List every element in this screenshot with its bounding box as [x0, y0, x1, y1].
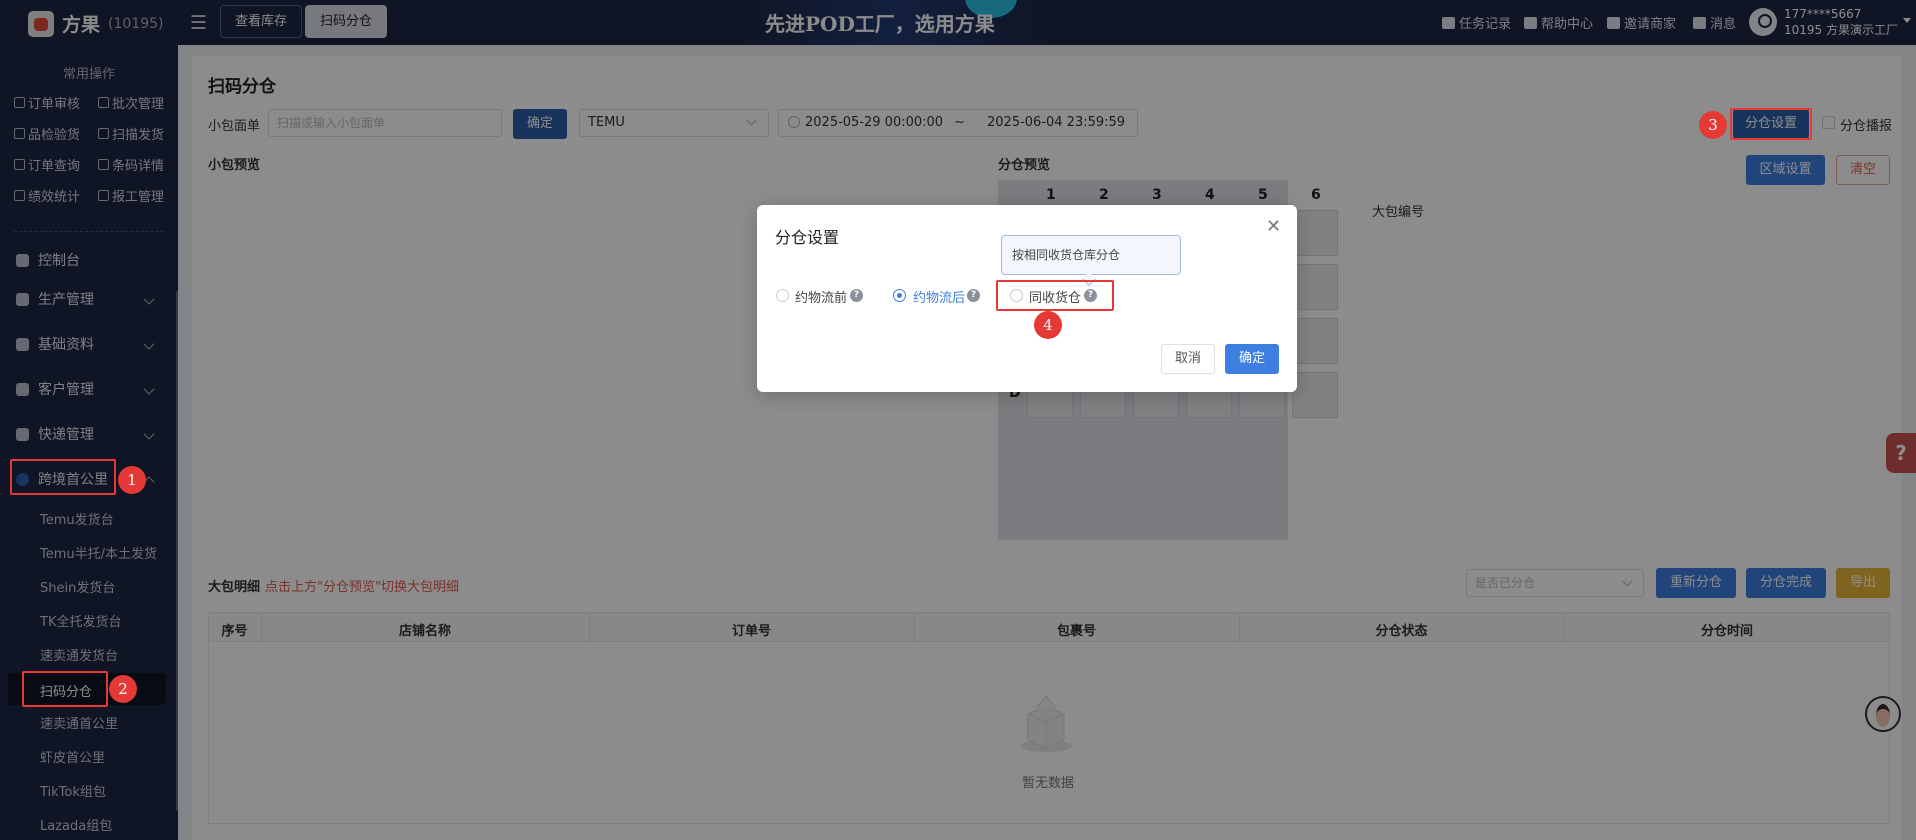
option-tooltip: 按相同收货仓库分仓 — [1001, 235, 1181, 275]
radio-before-logistics[interactable] — [776, 289, 789, 302]
step-badge-1: 1 — [118, 466, 146, 494]
help-question-icon[interactable]: ? — [850, 289, 863, 302]
close-icon[interactable]: ✕ — [1266, 216, 1281, 237]
radio-after-logistics-label[interactable]: 约物流后 — [913, 287, 965, 306]
modal-confirm-button[interactable]: 确定 — [1225, 344, 1279, 374]
step-badge-2: 2 — [109, 675, 137, 703]
step-badge-3: 3 — [1699, 111, 1727, 139]
highlight-crossborder-menu — [10, 459, 116, 495]
modal-title: 分仓设置 — [775, 228, 840, 247]
help-question-icon[interactable]: ? — [967, 289, 980, 302]
step-badge-4: 4 — [1034, 311, 1062, 339]
modal-overlay[interactable] — [0, 0, 1916, 840]
highlight-split-settings — [1730, 108, 1812, 140]
highlight-same-warehouse — [996, 280, 1114, 311]
radio-after-logistics[interactable] — [893, 289, 906, 302]
modal-cancel-button[interactable]: 取消 — [1161, 344, 1215, 374]
radio-before-logistics-label[interactable]: 约物流前 — [795, 287, 847, 306]
highlight-scan-split — [22, 671, 108, 707]
